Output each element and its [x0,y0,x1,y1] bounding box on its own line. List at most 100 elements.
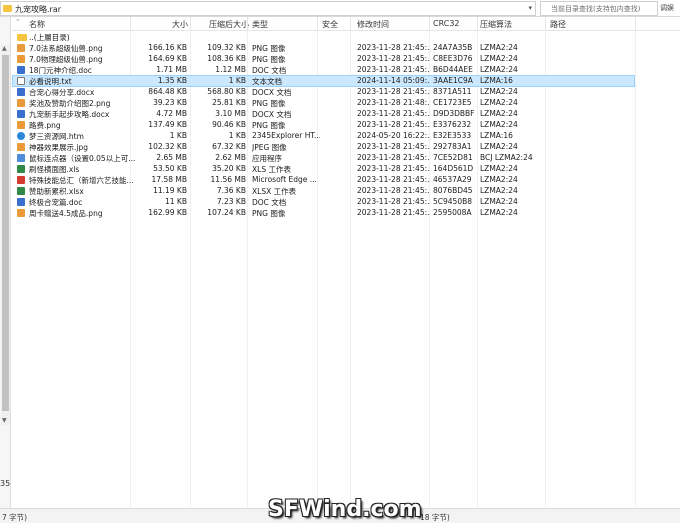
file-size: 17.58 MB [151,175,187,184]
doc-file-icon [17,66,25,74]
xlsx-file-icon [17,187,25,195]
search-button[interactable]: 调娱 [660,3,674,13]
png-file-icon [17,44,25,52]
file-method: LZMA2:24 [480,208,518,217]
file-method: LZMA2:24 [480,109,518,118]
table-row[interactable]: 周卡赠送4.5成品.png 162.99 KB 107.24 KB PNG 图像 202… [12,207,680,219]
scroll-up-icon[interactable]: ▲ [2,45,7,52]
png-file-icon [17,55,25,63]
file-packed-size: 108.36 KB [207,54,246,63]
file-size: 164.69 KB [148,54,187,63]
file-crc: 2595008A [433,208,472,217]
file-packed-size: 568.80 KB [207,87,246,96]
file-packed-size: 7.36 KB [216,186,246,195]
file-method: LZMA2:24 [480,175,518,184]
column-security[interactable]: 安全 [322,19,338,30]
txt-file-icon [17,77,25,85]
png-file-icon [17,209,25,217]
file-size: 53.50 KB [153,164,187,173]
scroll-down-icon[interactable]: ▼ [2,417,7,424]
status-right: 18 字节) [420,513,450,522]
file-method: LZMA2:24 [480,43,518,52]
path-field[interactable]: 九宠攻略.rar ▾ [0,1,536,16]
file-type: Microsoft Edge ... [252,175,317,184]
column-path[interactable]: 路径 [550,19,566,30]
column-name[interactable]: 名称 [29,19,45,30]
file-crc: 164D561D [433,164,474,173]
file-crc: 8371A511 [433,87,472,96]
file-mtime: 2023-11-28 21:45:... [357,142,429,151]
file-method: LZMA2:24 [480,120,518,129]
column-packed[interactable]: 压缩后大小 [209,19,249,30]
column-divider[interactable] [350,17,351,31]
file-mtime: 2023-11-28 21:48:... [357,98,429,107]
tree-scrollbar[interactable]: ▲ ▼ [1,45,10,425]
file-mtime: 2023-11-28 21:45:... [357,197,429,206]
file-mtime: 2023-11-28 21:45:... [357,153,429,162]
column-divider[interactable] [130,17,131,31]
column-divider[interactable] [247,17,248,31]
file-size: 1.71 MB [156,65,187,74]
file-method: LZMA2:24 [480,186,518,195]
file-name: 周卡赠送4.5成品.png [29,209,103,218]
file-mtime: 2023-11-28 21:45:... [357,175,429,184]
scrollbar-thumb[interactable] [2,55,9,411]
file-method: LZMA2:24 [480,197,518,206]
file-mtime: 2023-11-28 21:45:... [357,164,429,173]
file-method: LZMA2:24 [480,164,518,173]
column-divider[interactable] [477,17,478,31]
png-file-icon [17,99,25,107]
folder-tree-panel: ▲ ▼ 35 [0,17,11,523]
file-crc: 3AAE1C9A [433,76,473,85]
exe-file-icon [17,154,25,162]
column-mtime[interactable]: 修改时间 [357,19,389,30]
file-packed-size: 67.32 KB [212,142,246,151]
file-packed-size: 35.20 KB [212,164,246,173]
file-crc: E3376232 [433,120,472,129]
file-size: 864.48 KB [148,87,187,96]
doc-file-icon [17,110,25,118]
sort-arrow-icon: ⌃ [15,18,21,26]
file-packed-size: 3.10 MB [215,109,246,118]
column-size[interactable]: 大小 [172,19,188,30]
column-divider[interactable] [635,17,636,31]
folder-file-icon [17,34,27,41]
file-size: 1 KB [169,131,187,140]
file-size: 166.16 KB [148,43,187,52]
file-crc: B6D44AEE [433,65,473,74]
column-type[interactable]: 类型 [252,19,268,30]
search-input[interactable]: 当前目录查找(支持包内查找) [540,1,658,16]
file-crc: 292783A1 [433,142,472,151]
file-mtime: 2023-11-28 21:45:... [357,120,429,129]
file-packed-size: 90.46 KB [212,120,246,129]
file-mtime: 2023-11-28 21:45:... [357,65,429,74]
column-divider[interactable] [317,17,318,31]
folder-icon [3,5,12,12]
chevron-down-icon[interactable]: ▾ [528,4,532,12]
file-size: 39.23 KB [153,98,187,107]
file-size: 2.65 MB [156,153,187,162]
file-method: LZMA:16 [480,76,513,85]
column-divider[interactable] [429,17,430,31]
file-mtime: 2023-11-28 21:45:... [357,186,429,195]
file-size: 1.35 KB [157,76,187,85]
file-size: 102.32 KB [148,142,187,151]
column-crc[interactable]: CRC32 [433,19,460,28]
file-packed-size: 1.12 MB [215,65,246,74]
column-divider[interactable] [545,17,546,31]
file-packed-size: 1 KB [228,131,246,140]
file-crc: 24A7A35B [433,43,473,52]
file-packed-size: 109.32 KB [207,43,246,52]
file-crc: E32E3533 [433,131,472,140]
status-left: 7 字节) [2,513,28,522]
search-placeholder: 当前目录查找(支持包内查找) [551,5,641,13]
file-packed-size: 2.62 MB [215,153,246,162]
file-mtime: 2023-11-28 21:45:... [357,54,429,63]
column-divider[interactable] [190,17,191,31]
file-method: LZMA2:24 [480,54,518,63]
column-method[interactable]: 压缩算法 [480,19,512,30]
file-size: 11 KB [165,197,187,206]
file-method: BCJ LZMA2:24 [480,153,533,162]
doc-file-icon [17,88,25,96]
watermark-logo: SFWind.com [268,497,422,522]
